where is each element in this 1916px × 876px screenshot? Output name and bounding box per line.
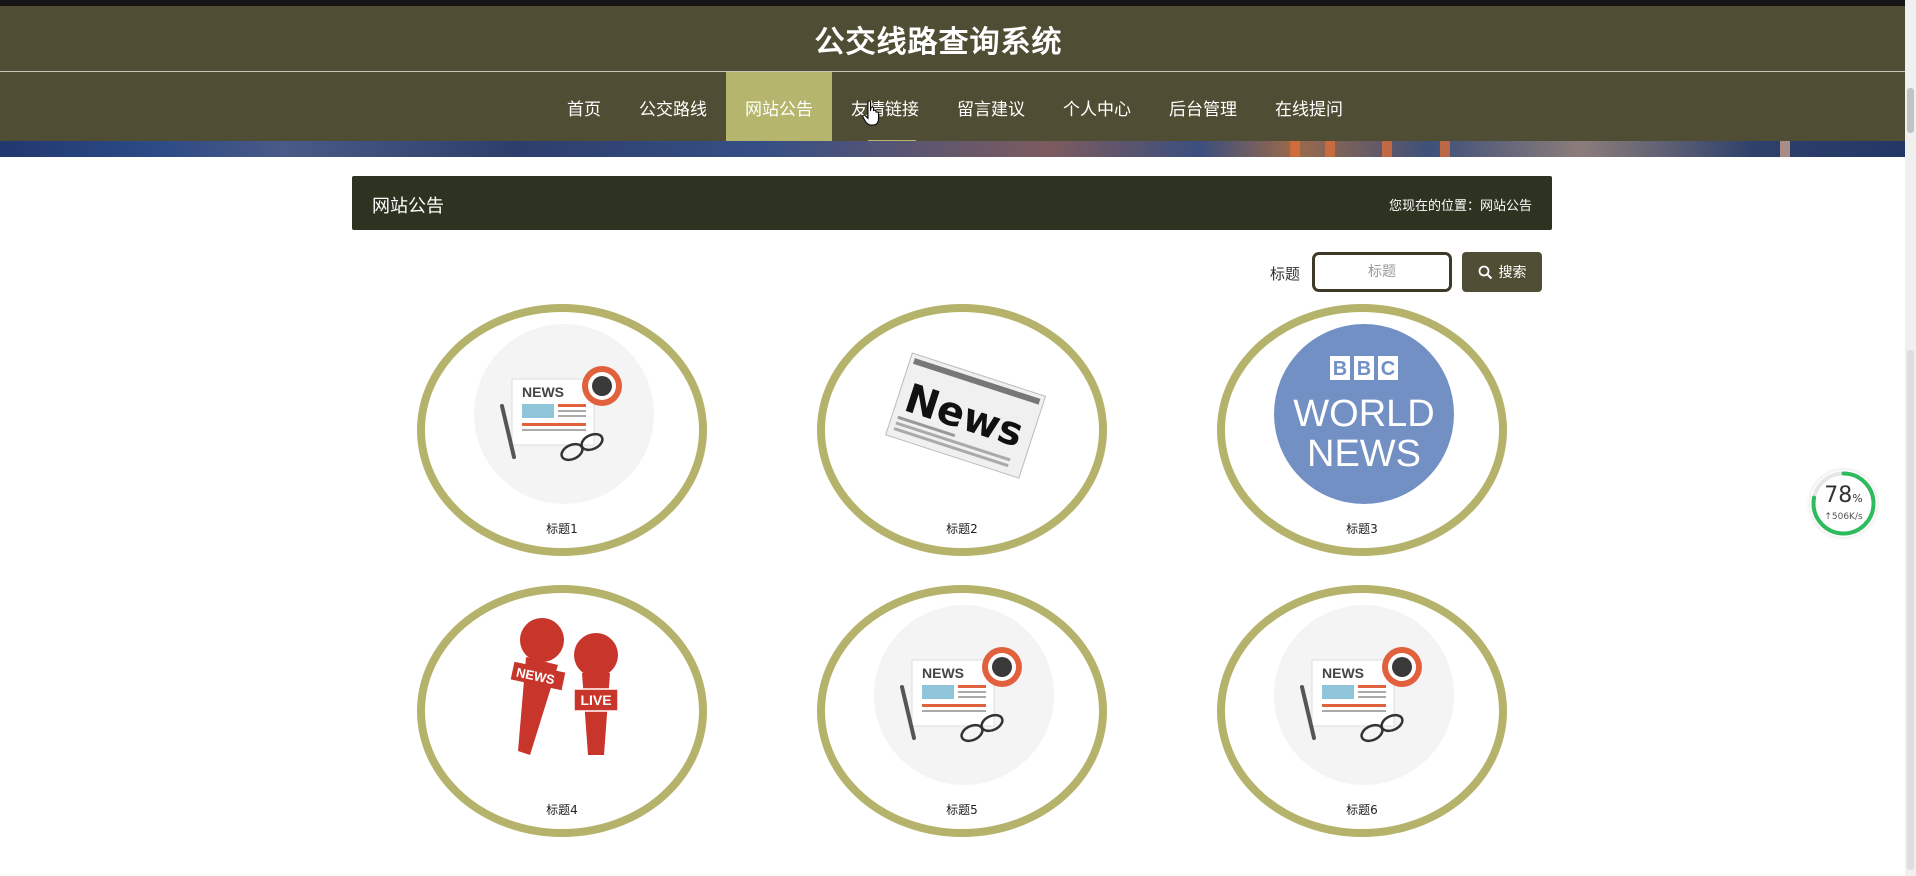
news-desk-icon: NEWS [474, 324, 654, 504]
card-caption: 标题5 [946, 803, 978, 817]
card-caption: 标题6 [1346, 803, 1378, 817]
svg-text:B: B [1333, 358, 1347, 380]
bbc-world-news-logo: B B C WORLD NEWS [1274, 324, 1454, 504]
svg-text:WORLD: WORLD [1293, 393, 1434, 435]
site-title: 公交线路查询系统 [814, 24, 1063, 60]
svg-text:LIVE: LIVE [580, 692, 611, 708]
svg-text:B: B [1357, 358, 1371, 380]
section-title: 网站公告 [372, 196, 444, 217]
section-header-bar: 网站公告 您现在的位置： 网站公告 [352, 176, 1552, 230]
svg-text:NEWS: NEWS [922, 665, 964, 681]
banner-image-strip [0, 141, 1905, 157]
search-label: 标题 [1270, 265, 1301, 283]
page-scrollbar[interactable] [1905, 0, 1916, 876]
hand-cursor-icon [862, 100, 879, 126]
announcement-card-6[interactable]: NEWS 标题6 [1217, 585, 1507, 837]
network-speed-widget[interactable]: 78% ↑506K/s [1810, 470, 1877, 537]
svg-text:NEWS: NEWS [522, 384, 564, 400]
search-button-label: 搜索 [1498, 265, 1527, 281]
card-caption: 标题3 [1346, 522, 1378, 536]
announcement-card-1[interactable]: NEWS 标题1 [417, 304, 707, 556]
nav-item-admin[interactable]: 后台管理 [1150, 72, 1256, 142]
main-nav: 首页 公交路线 网站公告 友情链接 留言建议 个人中心 后台管理 在线提问 [0, 71, 1905, 142]
title-search-input[interactable] [1312, 252, 1452, 292]
announcement-card-5[interactable]: NEWS 标题5 [817, 585, 1107, 837]
news-microphones-icon: NEWS LIVE [474, 605, 654, 785]
announcement-card-2[interactable]: News 标题2 [817, 304, 1107, 556]
page: 公交线路查询系统 首页 公交路线 网站公告 友情链接 留言建议 个人中心 后台管… [0, 0, 1916, 876]
svg-text:NEWS: NEWS [1322, 665, 1364, 681]
site-header: 公交线路查询系统 [0, 6, 1905, 71]
news-desk-icon: NEWS [1274, 605, 1454, 785]
card-caption: 标题2 [946, 522, 978, 536]
nav-item-announcements[interactable]: 网站公告 [726, 72, 832, 142]
search-icon [1478, 265, 1492, 279]
nav-item-friend-links[interactable]: 友情链接 [832, 72, 938, 142]
search-button[interactable]: 搜索 [1462, 252, 1542, 292]
breadcrumb-prefix: 您现在的位置： [1388, 199, 1480, 214]
speed-percent: 78% [1824, 483, 1863, 508]
scrollbar-thumb[interactable] [1907, 88, 1914, 133]
speed-rate: ↑506K/s [1824, 512, 1863, 522]
svg-text:NEWS: NEWS [1307, 433, 1421, 475]
nav-item-online-questions[interactable]: 在线提问 [1256, 72, 1362, 142]
announcement-card-4[interactable]: NEWS LIVE 标题4 [417, 585, 707, 837]
news-desk-icon: NEWS [874, 605, 1054, 785]
card-caption: 标题1 [546, 522, 578, 536]
newspaper-icon: News [874, 324, 1054, 504]
nav-item-feedback[interactable]: 留言建议 [938, 72, 1044, 142]
announcement-card-3[interactable]: B B C WORLD NEWS 标题3 [1217, 304, 1507, 556]
nav-item-home[interactable]: 首页 [548, 72, 620, 142]
breadcrumb: 您现在的位置： 网站公告 [1389, 195, 1532, 214]
svg-text:C: C [1381, 358, 1395, 380]
card-caption: 标题4 [546, 803, 578, 817]
nav-item-bus-routes[interactable]: 公交路线 [620, 72, 726, 142]
breadcrumb-current[interactable]: 网站公告 [1480, 195, 1532, 214]
scrollbar-track-segment [1907, 350, 1914, 870]
nav-item-personal-center[interactable]: 个人中心 [1044, 72, 1150, 142]
nav-list: 首页 公交路线 网站公告 友情链接 留言建议 个人中心 后台管理 在线提问 [548, 72, 1362, 142]
